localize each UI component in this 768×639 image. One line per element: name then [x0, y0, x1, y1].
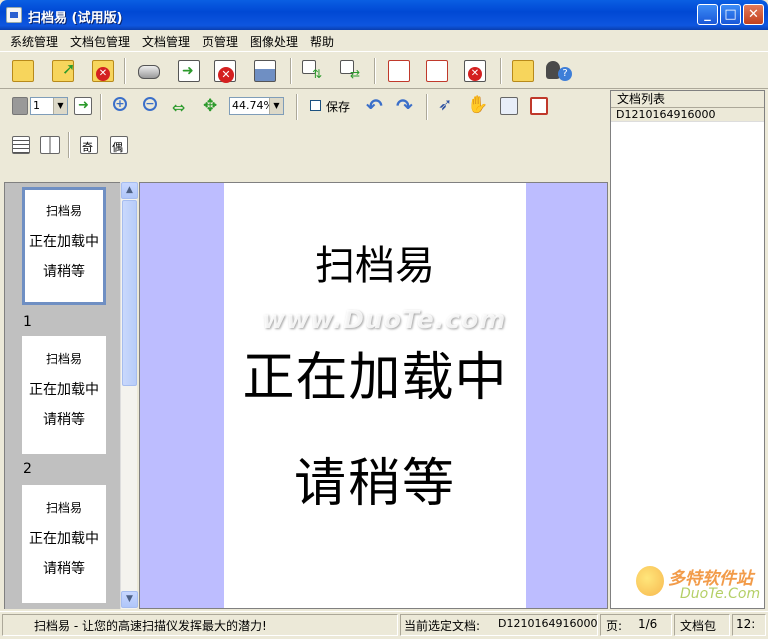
redo-icon[interactable]: ↷	[394, 94, 416, 118]
toolbar-separator	[124, 58, 126, 84]
document-list-header: 文档列表	[611, 91, 764, 108]
scroll-down-icon[interactable]: ▼	[121, 591, 138, 608]
toolbar-separator	[290, 58, 292, 84]
app-icon	[6, 7, 22, 23]
thumbnail-title: 扫档易	[45, 352, 82, 366]
scanner-icon[interactable]	[134, 57, 164, 85]
chevron-down-icon[interactable]: ▼	[53, 98, 67, 114]
current-doc-label: 当前选定文档:	[404, 619, 481, 633]
thumbnail-number: 1	[23, 314, 32, 330]
thumbnail-wait: 请稍等	[43, 561, 85, 577]
scroll-up-icon[interactable]: ▲	[121, 182, 138, 199]
crop-icon[interactable]	[528, 95, 550, 117]
delete-package-icon[interactable]: ✕	[88, 57, 118, 85]
new-package-icon[interactable]	[8, 57, 38, 85]
menu-bar: 系统管理 文档包管理 文档管理 页管理 图像处理 帮助	[0, 30, 768, 50]
thumbnail-wait: 请稍等	[43, 264, 85, 280]
close-button[interactable]: ✕	[743, 4, 764, 25]
single-page-icon[interactable]	[10, 134, 32, 156]
thumbnail-wait: 请稍等	[43, 412, 85, 428]
thumbnail-scrollbar[interactable]: ▲ ▼	[120, 182, 138, 609]
zoom-out-icon[interactable]: −	[140, 95, 162, 117]
double-page-icon[interactable]	[38, 134, 60, 156]
page-value: 1/6	[638, 617, 658, 631]
toolbar-separator	[500, 58, 502, 84]
save-label: 保存	[326, 100, 351, 114]
export-icon[interactable]	[508, 57, 538, 85]
page-title: 扫档易	[315, 243, 435, 289]
odd-pages-button[interactable]: 奇	[78, 134, 100, 156]
loading-text: 正在加载中	[242, 348, 508, 408]
menu-image[interactable]: 图像处理	[250, 33, 298, 50]
save-checkbox[interactable]	[310, 100, 321, 111]
fit-width-icon[interactable]: ⇔	[170, 95, 192, 117]
minimize-button[interactable]: _	[697, 4, 718, 25]
thumbnail-title: 扫档易	[45, 501, 82, 515]
thumbnail-page[interactable]: 扫档易 正在加载中 请稍等	[22, 485, 106, 603]
status-time: 12:	[736, 617, 756, 631]
chevron-down-icon[interactable]: ▼	[269, 98, 283, 114]
scrollbar-thumb[interactable]	[122, 200, 137, 386]
pointer-icon[interactable]: ➶	[434, 95, 456, 117]
logo-url: DuoTe.Com	[680, 586, 761, 602]
mascot-icon	[636, 566, 664, 596]
even-pages-button[interactable]: 偶	[108, 134, 130, 156]
thumbnail-loading: 正在加载中	[29, 382, 99, 398]
menu-document[interactable]: 文档管理	[142, 33, 190, 50]
paste-page-icon[interactable]	[422, 57, 452, 85]
print-icon[interactable]	[250, 57, 280, 85]
wait-text: 请稍等	[293, 454, 456, 514]
fit-page-icon[interactable]: ✥	[200, 95, 222, 117]
thumbnail-number: 2	[23, 461, 32, 477]
title-bar[interactable]: 扫档易 (试用版) _ □ ✕	[0, 0, 768, 30]
status-slogan: 扫档易 - 让您的高速扫描仪发挥最大的潜力!	[34, 619, 267, 633]
thumbnail-page[interactable]: 扫档易 正在加载中 请稍等	[22, 187, 106, 305]
main-toolbar: ➚ ✕ ➜ ✕ ⇅ ⇄ ✕ ?	[0, 51, 768, 89]
toolbar-separator	[68, 132, 70, 158]
goto-page-icon[interactable]: ➜	[72, 95, 94, 117]
copy-page-icon[interactable]	[384, 57, 414, 85]
document-list-pane: 文档列表 D1210164916000	[610, 90, 765, 609]
thumbnail-pane: 扫档易 正在加载中 请稍等 1 扫档易 正在加载中 请稍等 2 扫档易 正在加载…	[4, 182, 120, 609]
thumbnail-title: 扫档易	[45, 204, 82, 218]
thumbnail-loading: 正在加载中	[29, 531, 99, 547]
swap-pages-icon[interactable]: ⇄	[336, 57, 366, 85]
page-label: 页:	[606, 619, 623, 633]
current-doc-value: D1210164916000	[498, 617, 598, 630]
undo-icon[interactable]: ↶	[364, 94, 386, 118]
document-page: 扫档易 正在加载中 请稍等	[224, 183, 526, 608]
user-help-icon[interactable]: ?	[542, 57, 572, 85]
watermark-text: www.DuoTe.com	[262, 305, 507, 334]
menu-package[interactable]: 文档包管理	[70, 33, 130, 50]
window-title: 扫档易 (试用版)	[28, 11, 123, 26]
document-list-item[interactable]: D1210164916000	[611, 108, 764, 122]
page-icon	[10, 95, 32, 117]
menu-page[interactable]: 页管理	[202, 33, 238, 50]
delete-page-icon[interactable]: ✕	[460, 57, 490, 85]
status-bar: 扫档易 - 让您的高速扫描仪发挥最大的潜力! 当前选定文档: D12101649…	[0, 611, 768, 639]
sort-pages-icon[interactable]: ⇅	[298, 57, 328, 85]
zoom-select[interactable]: 44.74% ▼	[229, 97, 284, 115]
package-label: 文档包	[680, 619, 717, 633]
maximize-button[interactable]: □	[720, 4, 741, 25]
magnifier-icon[interactable]	[498, 95, 520, 117]
menu-help[interactable]: 帮助	[310, 33, 334, 50]
duote-logo: 多特软件站 DuoTe.Com	[636, 562, 764, 610]
thumbnail-page[interactable]: 扫档易 正在加载中 请稍等	[22, 336, 106, 454]
thumbnail-loading: 正在加载中	[29, 234, 99, 250]
toolbar-separator	[100, 94, 102, 120]
page-select[interactable]: 1 ▼	[30, 97, 68, 115]
import-document-icon[interactable]: ➜	[174, 57, 204, 85]
toolbar-separator	[426, 94, 428, 120]
page-viewer[interactable]: 扫档易 正在加载中 请稍等 www.DuoTe.com	[139, 182, 608, 609]
zoom-in-icon[interactable]: +	[110, 95, 132, 117]
toolbar-separator	[296, 94, 298, 120]
delete-document-icon[interactable]: ✕	[210, 57, 240, 85]
open-package-icon[interactable]: ➚	[48, 57, 78, 85]
toolbar-separator	[374, 58, 376, 84]
hand-icon[interactable]: ✋	[464, 95, 488, 117]
view-toolbar: 1 ▼ ➜ + − ⇔ ✥ 44.74% ▼ 保存 ↶ ↷ ➶ ✋ 奇 偶	[0, 90, 608, 182]
menu-system[interactable]: 系统管理	[10, 33, 58, 50]
